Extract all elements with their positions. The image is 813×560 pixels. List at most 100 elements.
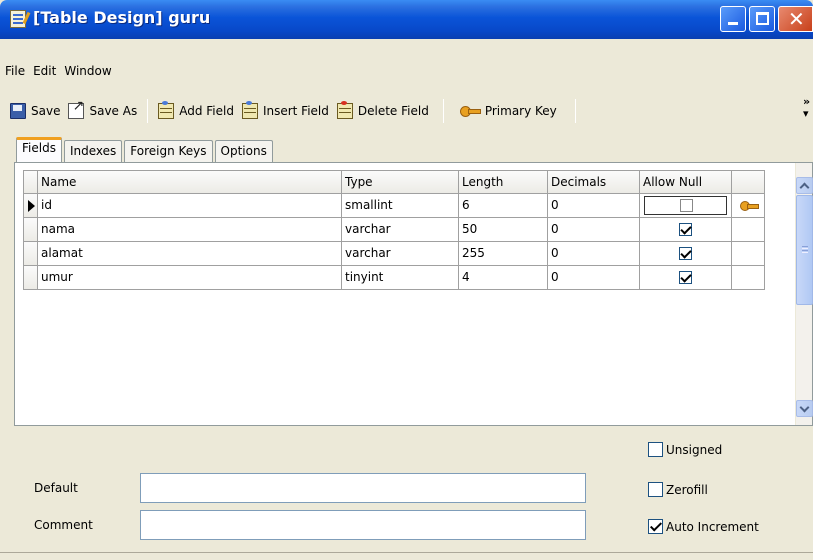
delete-field-icon (336, 101, 353, 119)
cell-allow-null[interactable] (640, 266, 732, 290)
primary-key-label: Primary Key (484, 104, 557, 118)
table-row[interactable]: alamat varchar 255 0 (23, 242, 765, 266)
column-header-decimals[interactable]: Decimals (548, 170, 640, 194)
cell-key (732, 266, 765, 290)
cell-allow-null[interactable] (640, 218, 732, 242)
save-label: Save (31, 104, 61, 118)
window-title: [Table Design] guru (33, 8, 211, 27)
allow-null-checkbox[interactable] (680, 199, 693, 212)
fields-panel: Name Type Length Decimals Allow Null id … (14, 162, 813, 426)
cell-name[interactable]: alamat (38, 242, 342, 266)
cell-key (732, 218, 765, 242)
cell-type[interactable]: varchar (342, 242, 459, 266)
scroll-thumb[interactable] (796, 195, 813, 305)
current-row-indicator[interactable] (23, 194, 38, 218)
delete-field-label: Delete Field (357, 104, 429, 118)
close-button[interactable]: ✕ (778, 6, 813, 32)
cell-type[interactable]: varchar (342, 218, 459, 242)
cell-name[interactable]: id (38, 194, 342, 218)
cell-decimals[interactable]: 0 (548, 266, 640, 290)
menu-bar: File Edit Window (0, 57, 813, 85)
cell-name[interactable]: nama (38, 218, 342, 242)
allow-null-checkbox[interactable] (679, 247, 692, 260)
grid-header: Name Type Length Decimals Allow Null (23, 170, 765, 194)
maximize-button[interactable] (749, 6, 775, 32)
comment-label: Comment (34, 518, 93, 532)
tab-fields[interactable]: Fields (16, 137, 62, 163)
tab-indexes[interactable]: Indexes (63, 140, 123, 162)
column-header-name[interactable]: Name (38, 170, 342, 194)
unsigned-label: Unsigned (666, 442, 723, 457)
key-icon (459, 105, 481, 117)
toolbar-separator (147, 99, 149, 123)
save-as-label: Save As (89, 104, 138, 118)
cell-length[interactable]: 255 (459, 242, 548, 266)
minimize-icon (728, 22, 738, 25)
row-indicator[interactable] (23, 218, 38, 242)
vertical-scrollbar[interactable] (795, 163, 813, 425)
close-icon: ✕ (788, 7, 805, 31)
cell-length[interactable]: 4 (459, 266, 548, 290)
table-row[interactable]: id smallint 6 0 (23, 194, 765, 218)
zerofill-checkbox[interactable] (648, 482, 663, 497)
menu-edit[interactable]: Edit (33, 64, 56, 78)
cell-key (732, 242, 765, 266)
toolbar-separator (442, 99, 444, 123)
scroll-up-icon[interactable] (796, 177, 813, 194)
menu-file[interactable]: File (5, 64, 25, 78)
primary-key-icon (740, 201, 759, 211)
header-indicator (23, 170, 38, 194)
allow-null-checkbox[interactable] (679, 223, 692, 236)
cell-allow-null[interactable] (640, 194, 732, 218)
unsigned-checkbox[interactable] (648, 442, 663, 457)
dropdown-arrow-icon: ▾ (803, 107, 809, 120)
title-bar[interactable]: [Table Design] guru ✕ (0, 0, 813, 39)
auto-increment-checkbox[interactable] (648, 519, 663, 534)
cell-decimals[interactable]: 0 (548, 242, 640, 266)
tab-foreign-keys[interactable]: Foreign Keys (124, 140, 213, 162)
cell-length[interactable]: 50 (459, 218, 548, 242)
window-bottom-edge (0, 552, 813, 560)
cell-decimals[interactable]: 0 (548, 218, 640, 242)
table-design-icon (10, 10, 26, 28)
default-label: Default (34, 481, 78, 495)
cell-type[interactable]: tinyint (342, 266, 459, 290)
table-row[interactable]: nama varchar 50 0 (23, 218, 765, 242)
column-header-type[interactable]: Type (342, 170, 459, 194)
allow-null-checkbox[interactable] (679, 271, 692, 284)
cell-length[interactable]: 6 (459, 194, 548, 218)
cell-type[interactable]: smallint (342, 194, 459, 218)
toolbar-separator (574, 99, 576, 123)
add-field-icon (158, 101, 175, 119)
insert-field-label: Insert Field (262, 104, 329, 118)
minimize-button[interactable] (720, 6, 746, 32)
cell-name[interactable]: umur (38, 266, 342, 290)
row-indicator[interactable] (23, 266, 38, 290)
row-indicator[interactable] (23, 242, 38, 266)
delete-field-button[interactable]: Delete Field (333, 98, 433, 124)
column-header-length[interactable]: Length (459, 170, 548, 194)
menu-window[interactable]: Window (64, 64, 111, 78)
auto-increment-label: Auto Increment (666, 519, 759, 534)
cell-decimals[interactable]: 0 (548, 194, 640, 218)
toolbar-overflow-button[interactable]: » ▾ (803, 96, 810, 120)
table-row[interactable]: umur tinyint 4 0 (23, 266, 765, 290)
insert-field-button[interactable]: Insert Field (238, 98, 333, 124)
tab-strip: Fields Indexes Foreign Keys Options (16, 137, 275, 163)
scroll-down-icon[interactable] (796, 400, 813, 417)
save-as-button[interactable]: Save As (64, 98, 141, 124)
auto-increment-option[interactable]: Auto Increment (648, 519, 759, 534)
primary-key-button[interactable]: Primary Key (456, 98, 561, 124)
unsigned-option[interactable]: Unsigned (648, 442, 722, 457)
default-field[interactable] (140, 473, 586, 503)
zerofill-option[interactable]: Zerofill (648, 482, 708, 497)
tab-options[interactable]: Options (214, 140, 273, 162)
save-button[interactable]: Save (6, 98, 64, 124)
comment-field[interactable] (140, 510, 586, 540)
allow-null-editor[interactable] (644, 196, 727, 215)
cell-allow-null[interactable] (640, 242, 732, 266)
column-header-allow-null[interactable]: Allow Null (640, 170, 732, 194)
save-as-icon (68, 98, 85, 119)
add-field-button[interactable]: Add Field (154, 98, 238, 124)
save-icon (10, 103, 26, 119)
